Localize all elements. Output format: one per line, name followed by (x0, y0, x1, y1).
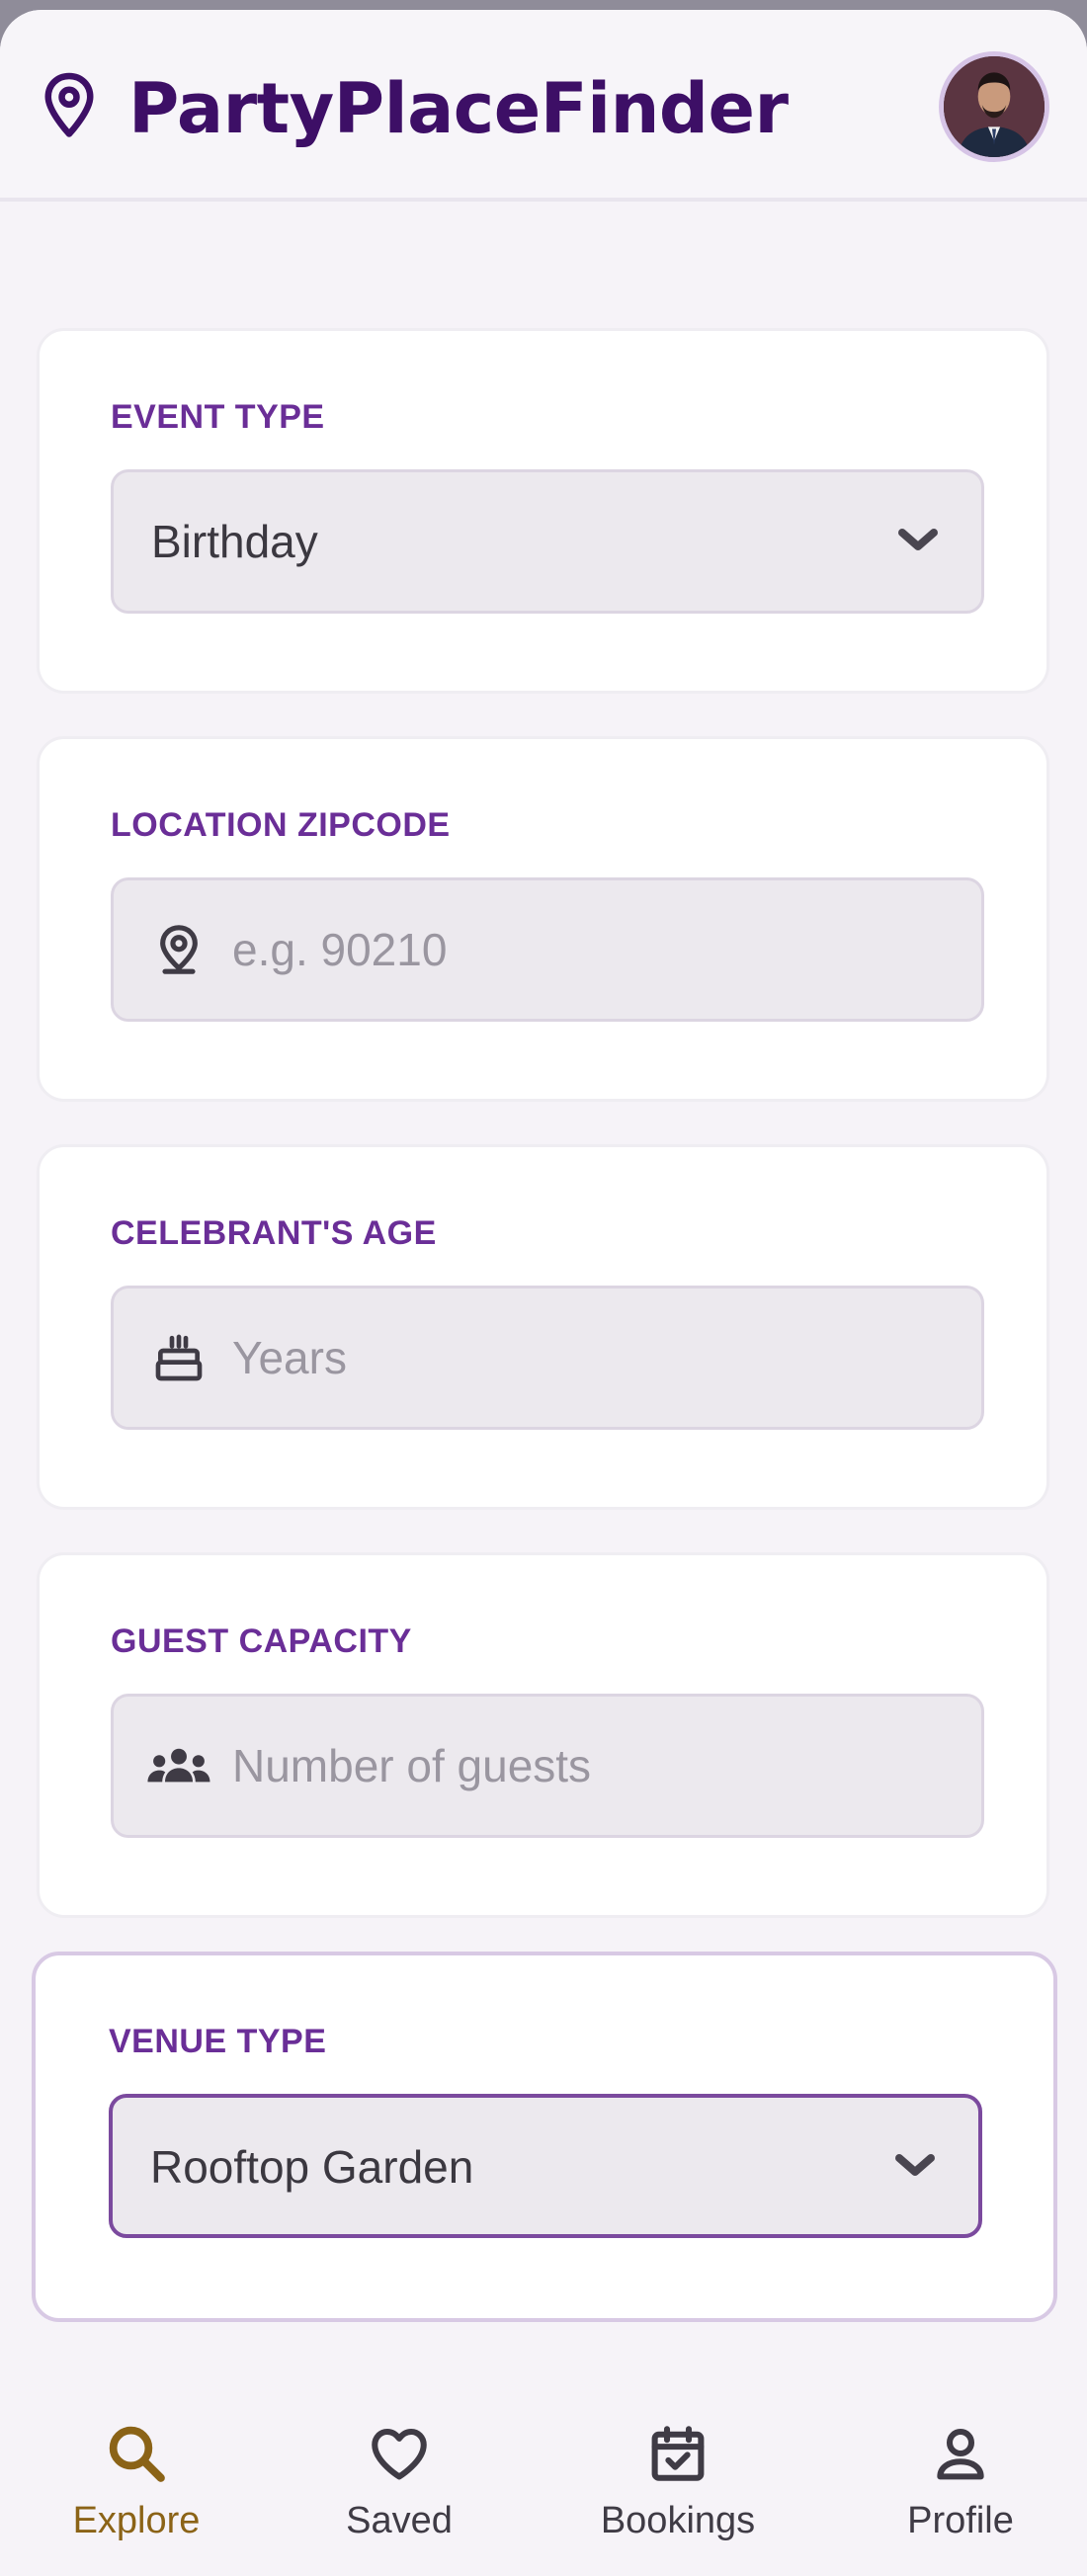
celebrant-age-label: CELEBRANT'S AGE (111, 1214, 437, 1252)
map-pin-icon (44, 72, 94, 137)
event-type-card: EVENT TYPE Birthday (37, 328, 1049, 694)
calendar-check-icon (651, 2426, 705, 2481)
nav-saved[interactable]: Saved (291, 2360, 508, 2542)
venue-type-select[interactable]: Rooftop Garden (109, 2094, 982, 2238)
guest-capacity-label: GUEST CAPACITY (111, 1622, 412, 1660)
app-header: PartyPlaceFinder (0, 10, 1087, 202)
nav-bookings[interactable]: Bookings (569, 2360, 787, 2542)
guest-capacity-card: GUEST CAPACITY Number of guests (37, 1552, 1049, 1918)
search-icon (109, 2426, 165, 2482)
venue-type-value: Rooftop Garden (150, 2141, 474, 2193)
app-screen: PartyPlaceFinder EVENT TYPE Birthday LOC… (0, 10, 1087, 2576)
event-type-label: EVENT TYPE (111, 398, 325, 436)
bottom-nav: Explore Saved Bookings Profile (0, 2360, 1087, 2576)
nav-profile-label: Profile (907, 2500, 1014, 2541)
user-avatar[interactable] (939, 51, 1049, 162)
nav-explore-label: Explore (72, 2500, 201, 2541)
nav-explore[interactable]: Explore (28, 2360, 245, 2542)
guest-capacity-input[interactable]: Number of guests (111, 1694, 984, 1838)
age-placeholder: Years (232, 1332, 347, 1383)
user-icon (937, 2428, 984, 2480)
event-type-value: Birthday (151, 516, 318, 567)
group-icon (147, 1748, 210, 1783)
chevron-down-icon (895, 2154, 935, 2176)
venue-type-label: VENUE TYPE (109, 2023, 327, 2060)
heart-icon (372, 2428, 427, 2480)
chevron-down-icon (898, 529, 938, 550)
guest-capacity-placeholder: Number of guests (232, 1740, 592, 1791)
event-type-select[interactable]: Birthday (111, 469, 984, 614)
venue-type-card: VENUE TYPE Rooftop Garden (32, 1952, 1057, 2322)
nav-bookings-label: Bookings (600, 2500, 756, 2541)
app-title: PartyPlaceFinder (128, 68, 789, 149)
zipcode-input[interactable]: e.g. 90210 (111, 877, 984, 1022)
age-input[interactable]: Years (111, 1286, 984, 1430)
nav-saved-label: Saved (346, 2500, 453, 2541)
cake-icon (155, 1334, 203, 1381)
zipcode-placeholder: e.g. 90210 (232, 924, 448, 975)
location-zipcode-card: LOCATION ZIPCODE e.g. 90210 (37, 736, 1049, 1102)
celebrant-age-card: CELEBRANT'S AGE Years (37, 1144, 1049, 1510)
nav-profile[interactable]: Profile (852, 2360, 1069, 2542)
avatar-image (944, 56, 1045, 157)
map-pin-icon (160, 925, 198, 974)
location-zipcode-label: LOCATION ZIPCODE (111, 806, 451, 844)
